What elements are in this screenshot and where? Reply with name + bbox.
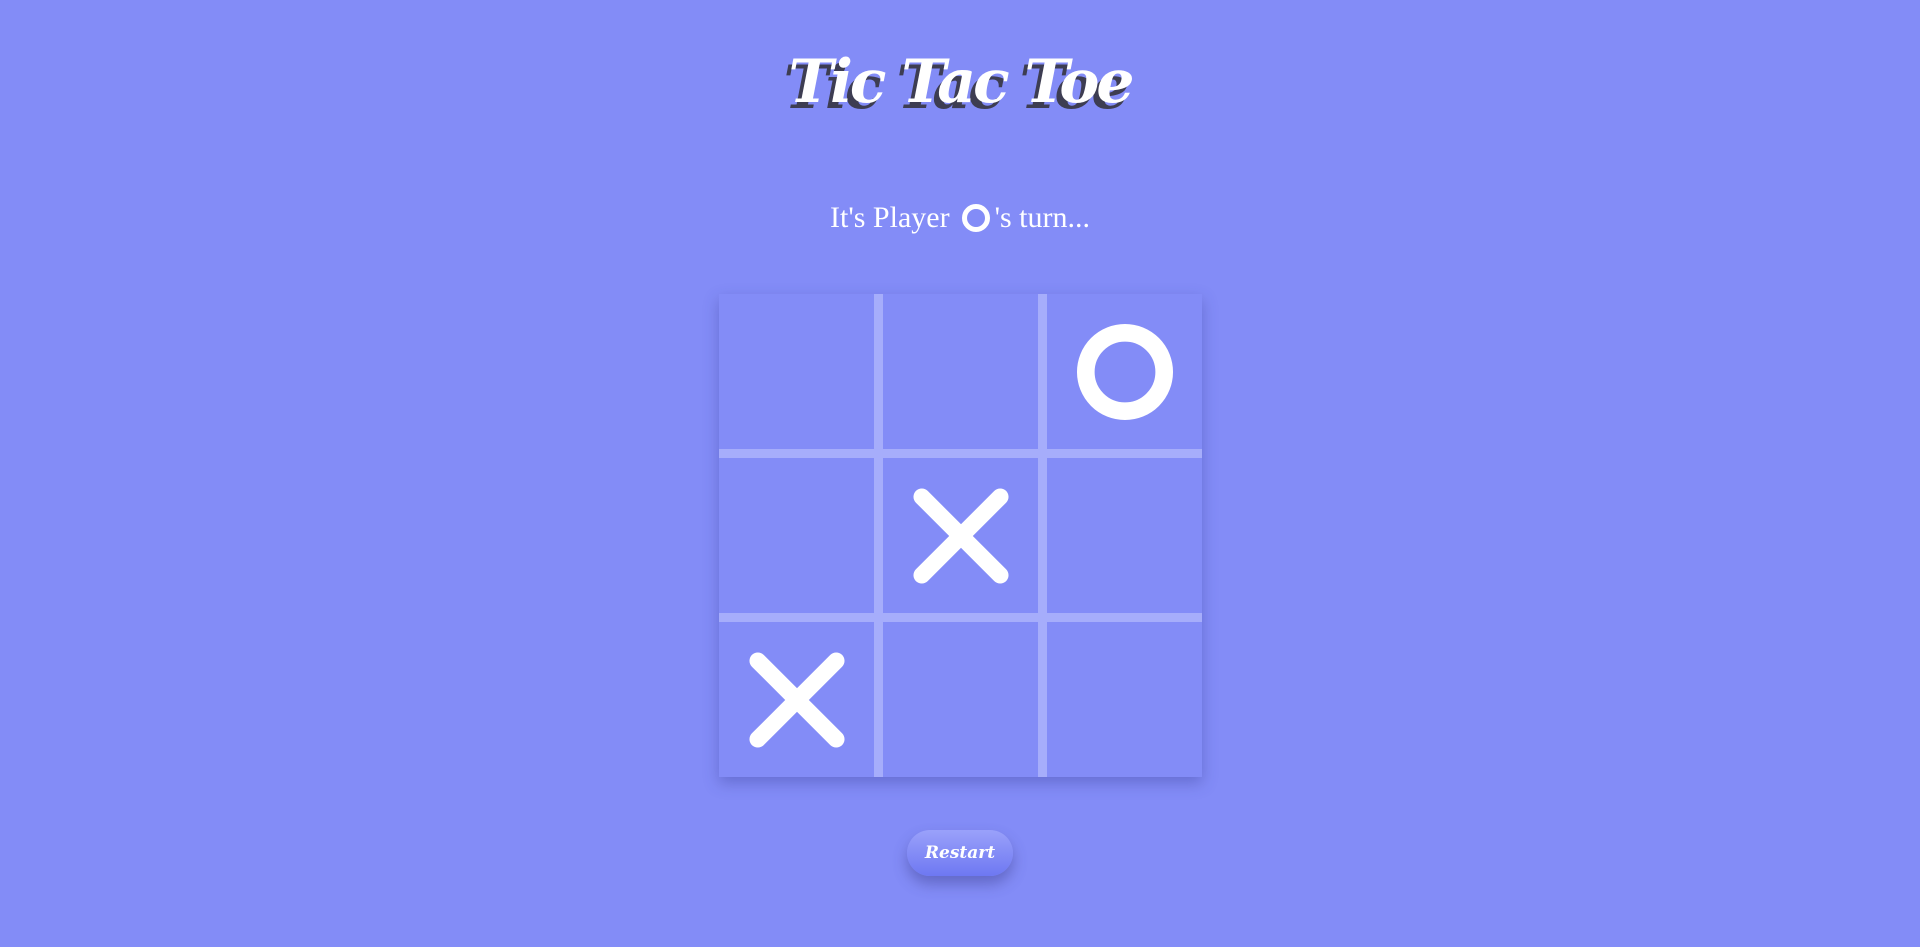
current-player-o-icon xyxy=(961,204,990,232)
turn-status: It's Player 's turn... xyxy=(0,196,1920,240)
o-mark-icon xyxy=(1076,323,1173,420)
board-cell-9[interactable] xyxy=(1047,622,1202,777)
board-cell-7[interactable] xyxy=(719,622,874,777)
board-cell-4[interactable] xyxy=(719,458,874,613)
board-cell-1[interactable] xyxy=(719,294,874,449)
board-cell-3[interactable] xyxy=(1047,294,1202,449)
game-title: Tic Tac Toe xyxy=(788,47,1134,117)
status-suffix: 's turn... xyxy=(994,201,1090,234)
restart-button[interactable]: Restart xyxy=(907,830,1013,876)
status-prefix: It's Player xyxy=(830,201,950,234)
board-cell-6[interactable] xyxy=(1047,458,1202,613)
board-cell-5[interactable] xyxy=(883,458,1038,613)
board-cell-2[interactable] xyxy=(883,294,1038,449)
board-cell-8[interactable] xyxy=(883,622,1038,777)
x-mark-icon xyxy=(748,651,845,748)
game-board xyxy=(719,294,1202,777)
x-mark-icon xyxy=(912,487,1009,584)
